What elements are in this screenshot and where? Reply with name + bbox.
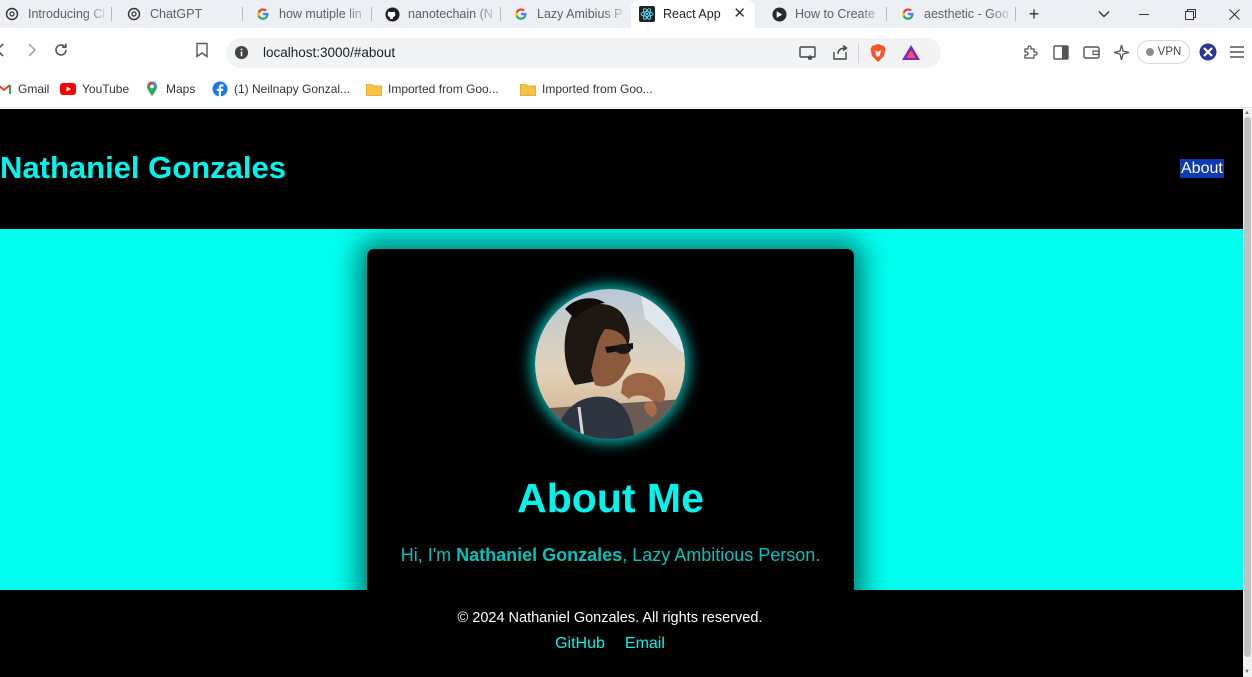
cast-icon[interactable] xyxy=(799,45,817,66)
nav-link-about[interactable]: About xyxy=(1180,159,1224,178)
about-intro: Hi, I'm Nathaniel Gonzales, Lazy Ambitio… xyxy=(367,545,854,566)
minimize-icon[interactable] xyxy=(1134,4,1154,24)
share-icon[interactable] xyxy=(832,44,849,66)
bookmark-folder-1[interactable]: Imported from Goo... xyxy=(366,81,499,97)
footer-links: GitHub Email xyxy=(0,635,1220,653)
copyright-text: © 2024 Nathaniel Gonzales. All rights re… xyxy=(457,610,763,626)
bookmark-youtube[interactable]: YouTube xyxy=(60,81,129,97)
google-icon xyxy=(900,6,916,22)
intro-name: Nathaniel Gonzales xyxy=(456,545,623,565)
site-footer: © 2024 Nathaniel Gonzales. All rights re… xyxy=(0,590,1243,677)
intro-suffix: , Lazy Ambitious Person. xyxy=(622,545,821,565)
github-icon xyxy=(384,6,400,22)
openai-icon xyxy=(126,6,142,22)
tab-chatgpt[interactable]: ChatGPT xyxy=(118,0,243,28)
bookmark-label: Imported from Goo... xyxy=(542,82,653,96)
tab-strip: Introducing Ch ChatGPT how mutiple lin n… xyxy=(0,0,1252,28)
extensions-icon[interactable] xyxy=(1021,43,1039,61)
openai-icon xyxy=(4,6,20,22)
tab-aesthetic[interactable]: aesthetic - Goo xyxy=(892,0,1016,28)
page-scrollbar[interactable]: ▲ ▼ xyxy=(1243,109,1252,677)
tab-github[interactable]: nanotechain (N xyxy=(376,0,501,28)
brave-rewards-icon[interactable] xyxy=(901,43,921,68)
tab-how-to-create[interactable]: How to Create xyxy=(763,0,887,28)
google-icon xyxy=(513,6,529,22)
bookmark-label: Imported from Goo... xyxy=(388,82,499,96)
tab-lazy-amibius[interactable]: Lazy Amibius P xyxy=(505,0,630,28)
about-card: About Me Hi, I'm Nathaniel Gonzales, Laz… xyxy=(367,249,854,629)
folder-icon xyxy=(366,81,382,97)
email-link[interactable]: Email xyxy=(625,635,665,653)
intro-prefix: Hi, I'm xyxy=(400,545,457,565)
sidebar-icon[interactable] xyxy=(1052,43,1070,61)
url-text: localhost:3000/#about xyxy=(263,45,396,60)
site-title[interactable]: Nathaniel Gonzales xyxy=(0,150,286,186)
scroll-up-arrow-icon[interactable]: ▲ xyxy=(1244,110,1250,116)
bookmark-label: (1) Neilnapy Gonzal... xyxy=(234,82,351,96)
perplexity-icon xyxy=(771,6,787,22)
forward-icon[interactable] xyxy=(22,41,40,59)
react-icon xyxy=(639,6,655,22)
tab-react-app[interactable]: React App ✕ xyxy=(631,0,755,28)
tab-google-search[interactable]: how mutiple lin xyxy=(247,0,372,28)
bookmark-label: Gmail xyxy=(18,82,50,96)
vpn-status-icon xyxy=(1145,48,1154,56)
reload-icon[interactable] xyxy=(52,41,70,59)
back-icon[interactable] xyxy=(0,41,10,59)
new-tab-icon[interactable]: + xyxy=(1024,4,1044,24)
vpn-label: VPN xyxy=(1157,46,1182,58)
tab-search-chevron-icon[interactable] xyxy=(1094,4,1114,24)
bookmark-gmail[interactable]: Gmail xyxy=(0,81,49,97)
tab-label: React App xyxy=(663,7,721,21)
bookmarks-bar: Gmail YouTube Maps (1) Neilnapy Gonzal..… xyxy=(0,72,1252,108)
address-bar[interactable]: localhost:3000/#about xyxy=(226,38,941,68)
google-icon xyxy=(255,6,271,22)
menu-icon[interactable] xyxy=(1228,43,1246,61)
wallet-icon[interactable] xyxy=(1082,43,1100,61)
maps-icon xyxy=(144,81,160,97)
profile-photo xyxy=(535,289,685,439)
github-link[interactable]: GitHub xyxy=(555,635,605,653)
scroll-down-arrow-icon[interactable]: ▼ xyxy=(1244,669,1250,675)
site-header: Nathaniel Gonzales About xyxy=(0,109,1243,229)
bookmark-label: YouTube xyxy=(82,82,130,96)
about-heading: About Me xyxy=(517,475,704,521)
bookmark-folder-2[interactable]: Imported from Goo... xyxy=(520,81,653,97)
folder-icon xyxy=(520,81,536,97)
close-tab-icon[interactable]: ✕ xyxy=(733,5,746,23)
brave-shield-icon[interactable] xyxy=(868,43,888,68)
bookmark-facebook[interactable]: (1) Neilnapy Gonzal... xyxy=(212,81,350,97)
leo-ai-icon[interactable] xyxy=(1112,43,1130,61)
page-viewport: Nathaniel Gonzales About About Me Hi, I'… xyxy=(0,109,1243,677)
close-window-icon[interactable] xyxy=(1224,4,1244,24)
tab-introducing[interactable]: Introducing Ch xyxy=(0,0,112,28)
facebook-icon xyxy=(212,81,228,97)
gmail-icon xyxy=(0,81,12,97)
bookmark-maps[interactable]: Maps xyxy=(144,81,195,97)
restore-icon[interactable] xyxy=(1180,4,1200,24)
vpn-button[interactable]: VPN xyxy=(1137,40,1190,64)
scrollbar-thumb[interactable] xyxy=(1244,117,1251,657)
site-info-icon[interactable] xyxy=(234,45,249,65)
bookmark-label: Maps xyxy=(166,82,196,96)
youtube-icon xyxy=(60,81,76,97)
bookmark-icon[interactable] xyxy=(193,41,211,59)
tab-label: ChatGPT xyxy=(150,7,203,21)
browser-toolbar: localhost:3000/#about VPN xyxy=(0,28,1252,72)
profile-icon[interactable] xyxy=(1199,43,1217,61)
